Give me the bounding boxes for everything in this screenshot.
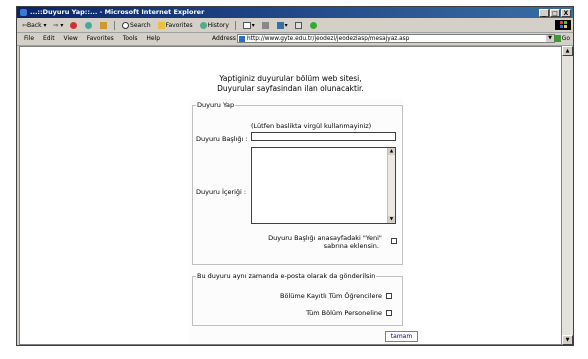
- menu-view[interactable]: View: [64, 33, 78, 45]
- go-arrow-icon: [553, 35, 561, 42]
- go-button[interactable]: Go: [553, 33, 570, 45]
- ie-logo-icon: [20, 9, 27, 16]
- toolbar-divider: [234, 21, 236, 30]
- page-scrollbar[interactable]: ▲ ▼: [562, 46, 573, 345]
- history-button[interactable]: History: [199, 19, 229, 32]
- maximize-button[interactable]: □: [550, 9, 560, 17]
- email-legend: Bu duyuru aynı zamanda e-posta olarak da…: [197, 272, 376, 280]
- home-icon: [100, 22, 108, 29]
- page-scroll-up-icon[interactable]: ▲: [562, 46, 573, 56]
- page-scroll-down-icon[interactable]: ▼: [562, 335, 573, 345]
- forward-button[interactable]: ⇨ ▾: [53, 19, 63, 32]
- desktop: ...::Duyuru Yap::... - Microsoft Interne…: [0, 0, 588, 359]
- messenger-button[interactable]: [309, 19, 318, 32]
- home-button[interactable]: [100, 19, 108, 32]
- students-label: Bölüme Kayıtlı Tüm Öğrencilere: [280, 292, 382, 300]
- search-button[interactable]: Search: [122, 19, 151, 32]
- students-checkbox[interactable]: [386, 293, 392, 299]
- menu-bar: File Edit View Favorites Tools Help Addr…: [17, 33, 573, 46]
- refresh-button[interactable]: [85, 19, 93, 32]
- content-label: Duyuru İçeriği :: [196, 188, 247, 196]
- staff-label: Tüm Bölüm Personeline: [306, 309, 382, 317]
- scroll-down-arrow-icon[interactable]: ▼: [388, 216, 395, 223]
- favorites-button[interactable]: Favorites: [157, 19, 193, 32]
- address-label: Address: [212, 35, 236, 42]
- browser-window: ...::Duyuru Yap::... - Microsoft Interne…: [16, 6, 574, 346]
- content-textarea[interactable]: ▲ ▼: [251, 147, 396, 224]
- back-label: Back: [27, 22, 42, 29]
- window-controls: _ □ X: [538, 8, 571, 19]
- home-check-label-2: sabrına eklensin.: [323, 242, 379, 250]
- intro-line-2: Duyurular sayfasindan ilan olunacaktir.: [217, 84, 364, 93]
- go-label: Go: [561, 35, 570, 42]
- menu-tools[interactable]: Tools: [123, 33, 138, 45]
- edit-icon: [276, 22, 284, 29]
- mail-icon: [242, 22, 251, 29]
- toolbar-divider: [114, 21, 116, 30]
- search-icon: [122, 22, 130, 29]
- messenger-icon: [309, 22, 317, 29]
- stop-button[interactable]: [70, 19, 78, 32]
- announcement-legend: Duyuru Yap: [197, 101, 235, 109]
- refresh-icon: [85, 22, 93, 29]
- menu-edit[interactable]: Edit: [43, 33, 55, 45]
- history-label: History: [207, 22, 229, 29]
- title-input[interactable]: [251, 132, 396, 141]
- staff-checkbox[interactable]: [386, 310, 392, 316]
- menu-help[interactable]: Help: [146, 33, 160, 45]
- close-button[interactable]: X: [561, 9, 571, 17]
- print-icon: [261, 22, 269, 29]
- discuss-button[interactable]: [294, 19, 303, 32]
- mail-button[interactable]: ▾: [242, 19, 255, 32]
- title-bar[interactable]: ...::Duyuru Yap::... - Microsoft Interne…: [17, 7, 573, 18]
- edit-button[interactable]: ▾: [276, 19, 288, 32]
- favorites-label: Favorites: [165, 22, 193, 29]
- menu-favorites[interactable]: Favorites: [87, 33, 114, 45]
- page-content: Yaptiginiz duyurular bölüm web sitesi, D…: [19, 46, 562, 345]
- discuss-icon: [294, 22, 302, 29]
- search-label: Search: [130, 22, 151, 29]
- window-title: ...::Duyuru Yap::... - Microsoft Interne…: [30, 8, 205, 16]
- form-panel: Duyuru Yap (Lütfen baslikta virgül kulla…: [190, 99, 403, 344]
- windows-logo-icon: [555, 20, 571, 30]
- minimize-button[interactable]: _: [539, 9, 549, 17]
- title-label: Duyuru Başlığı :: [196, 135, 248, 143]
- home-checkbox[interactable]: [391, 238, 397, 244]
- textarea-scrollbar[interactable]: ▲ ▼: [387, 148, 395, 223]
- page-icon: [239, 36, 245, 42]
- menu-file[interactable]: File: [24, 33, 34, 45]
- address-bar[interactable]: http://www.gyte.edu.tr/jeodezi/jeodezlas…: [237, 34, 555, 43]
- home-check-label-1: Duyuru Başlığı anasayfadaki "Yeni": [268, 234, 382, 242]
- intro-line-1: Yaptiginiz duyurular bölüm web sitesi,: [219, 74, 362, 83]
- favorites-icon: [157, 22, 165, 29]
- print-button[interactable]: [261, 19, 270, 32]
- scroll-up-arrow-icon[interactable]: ▲: [388, 148, 395, 155]
- stop-icon: [70, 22, 78, 29]
- standard-toolbar: ⇦Back ▾ ⇨ ▾ Search Favorites History ▾ ▾: [17, 19, 573, 33]
- history-icon: [199, 22, 207, 29]
- title-hint: (Lütfen baslikta virgül kullanmayiniz): [251, 122, 372, 130]
- address-url: http://www.gyte.edu.tr/jeodezi/jeodezlas…: [247, 36, 410, 42]
- back-button[interactable]: ⇦Back ▾: [22, 19, 47, 32]
- submit-button[interactable]: tamam: [385, 331, 418, 342]
